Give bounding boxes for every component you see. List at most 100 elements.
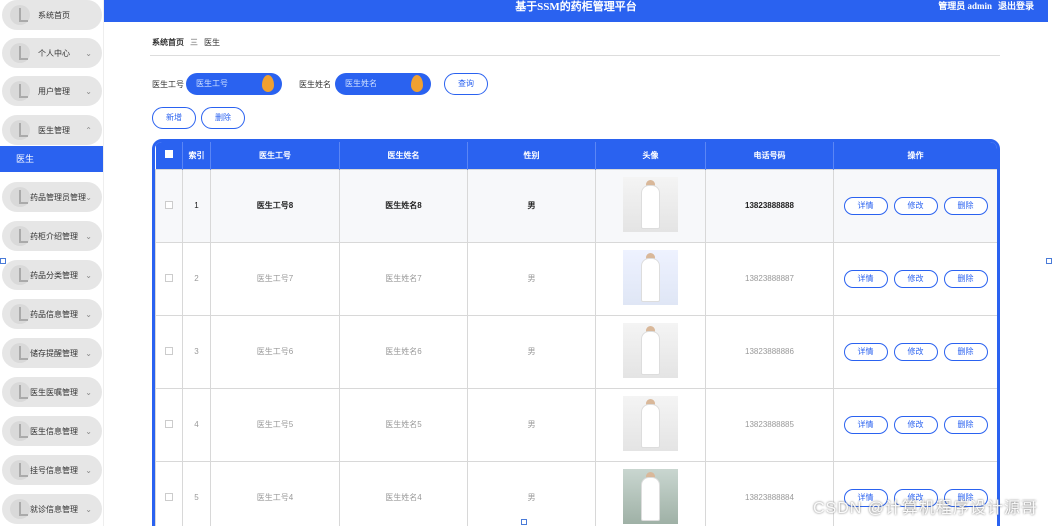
row-checkbox[interactable] bbox=[165, 346, 173, 355]
sidebar-item-label: 个人中心 bbox=[38, 48, 70, 58]
logout-link[interactable]: 退出登录 bbox=[998, 1, 1034, 11]
sidebar-item-doctors[interactable]: 医生管理 ⌃ bbox=[2, 115, 102, 145]
row-doctor-id: 医生工号7 bbox=[210, 241, 340, 316]
breadcrumb-home[interactable]: 系统首页 bbox=[152, 38, 184, 47]
column-header: 电话号码 bbox=[705, 142, 834, 169]
column-header: 医生工号 bbox=[210, 142, 340, 169]
sidebar-item-doctor-info[interactable]: 医生信息管理 ⌄ bbox=[2, 416, 102, 446]
detail-button[interactable]: 详情 bbox=[843, 342, 888, 361]
row-index: 4 bbox=[182, 387, 211, 462]
query-button[interactable]: 查询 bbox=[444, 73, 488, 95]
breadcrumb-separator: 三 bbox=[190, 38, 198, 47]
detail-button[interactable]: 详情 bbox=[843, 415, 888, 434]
chevron-down-icon: ⌄ bbox=[85, 270, 92, 280]
edit-button[interactable]: 修改 bbox=[893, 196, 938, 215]
menu-icon bbox=[10, 226, 30, 246]
menu-icon bbox=[10, 81, 30, 101]
delete-button[interactable]: 删除 bbox=[943, 196, 988, 215]
sidebar-item-label: 医生管理 bbox=[38, 125, 70, 135]
doctor-name-input[interactable]: 医生姓名 bbox=[335, 73, 431, 95]
row-checkbox[interactable] bbox=[165, 492, 173, 501]
batch-delete-button[interactable]: 删除 bbox=[201, 107, 245, 129]
menu-icon bbox=[10, 187, 30, 207]
doctor-id-input[interactable]: 医生工号 bbox=[186, 73, 282, 95]
chevron-up-icon: ⌃ bbox=[85, 125, 92, 135]
sidebar: 系统首页 个人中心 ⌄ 用户管理 ⌄ 医生管理 ⌃ 医生 药品管理员管理 ⌄ 药… bbox=[0, 0, 104, 526]
chevron-down-icon: ⌄ bbox=[85, 309, 92, 319]
table-header-row: 索引 医生工号 医生姓名 性别 头像 电话号码 操作 bbox=[155, 142, 997, 169]
edit-button[interactable]: 修改 bbox=[893, 415, 938, 434]
chevron-down-icon: ⌄ bbox=[85, 231, 92, 241]
table-row: 2 医生工号7 医生姓名7 男 13823888887 详情 修改 删除 bbox=[155, 241, 997, 316]
doctor-id-label: 医生工号 bbox=[152, 80, 184, 89]
sidebar-item-profile[interactable]: 个人中心 ⌄ bbox=[2, 38, 102, 68]
edit-button[interactable]: 修改 bbox=[893, 269, 938, 288]
menu-icon bbox=[10, 343, 30, 363]
row-index: 1 bbox=[182, 168, 211, 243]
row-gender: 男 bbox=[467, 387, 596, 462]
sidebar-item-home[interactable]: 系统首页 bbox=[2, 0, 102, 30]
breadcrumb: 系统首页三医生 bbox=[152, 37, 220, 48]
row-doctor-id: 医生工号5 bbox=[210, 387, 340, 462]
sidebar-item-registration[interactable]: 挂号信息管理 ⌄ bbox=[2, 455, 102, 485]
menu-icon bbox=[10, 499, 30, 519]
sidebar-item-drug-info[interactable]: 药品信息管理 ⌄ bbox=[2, 299, 102, 329]
column-header: 性别 bbox=[467, 142, 596, 169]
sidebar-item-storage-reminder[interactable]: 储存提醒管理 ⌄ bbox=[2, 338, 102, 368]
app-title: 基于SSM的药柜管理平台 bbox=[515, 1, 637, 13]
sidebar-item-label: 医生医嘱管理 bbox=[30, 387, 78, 397]
detail-button[interactable]: 详情 bbox=[843, 196, 888, 215]
sidebar-item-drug-category[interactable]: 药品分类管理 ⌄ bbox=[2, 260, 102, 290]
add-button[interactable]: 新增 bbox=[152, 107, 196, 129]
doctor-id-placeholder: 医生工号 bbox=[196, 79, 228, 88]
sidebar-item-label: 储存提醒管理 bbox=[30, 348, 78, 358]
doctor-avatar bbox=[623, 323, 678, 378]
sidebar-item-visits[interactable]: 就诊信息管理 ⌄ bbox=[2, 494, 102, 524]
menu-icon bbox=[10, 460, 30, 480]
delete-button[interactable]: 删除 bbox=[943, 415, 988, 434]
row-doctor-name: 医生姓名7 bbox=[339, 241, 468, 316]
column-header: 医生姓名 bbox=[339, 142, 468, 169]
select-all-checkbox[interactable] bbox=[164, 150, 173, 159]
doctor-avatar bbox=[623, 396, 678, 451]
delete-button[interactable]: 删除 bbox=[943, 342, 988, 361]
doctor-table: 索引 医生工号 医生姓名 性别 头像 电话号码 操作 1 医生工号8 医生姓名8… bbox=[152, 139, 1000, 526]
sidebar-item-users[interactable]: 用户管理 ⌄ bbox=[2, 76, 102, 106]
row-checkbox[interactable] bbox=[165, 273, 173, 282]
row-checkbox[interactable] bbox=[165, 200, 173, 209]
column-header: 索引 bbox=[182, 142, 211, 169]
sidebar-item-label: 医生信息管理 bbox=[30, 426, 78, 436]
sidebar-item-cabinet-intro[interactable]: 药柜介绍管理 ⌄ bbox=[2, 221, 102, 251]
sidebar-subitem-doctor[interactable]: 医生 bbox=[0, 146, 103, 172]
delete-button[interactable]: 删除 bbox=[943, 269, 988, 288]
row-phone: 13823888888 bbox=[705, 168, 834, 243]
detail-button[interactable]: 详情 bbox=[843, 269, 888, 288]
sidebar-item-label: 就诊信息管理 bbox=[30, 504, 78, 514]
doctor-avatar bbox=[623, 469, 678, 524]
sidebar-item-label: 药品管理员管理 bbox=[30, 192, 86, 202]
breadcrumb-current: 医生 bbox=[204, 38, 220, 47]
row-doctor-name: 医生姓名8 bbox=[339, 168, 468, 243]
chevron-down-icon: ⌄ bbox=[85, 426, 92, 436]
row-index: 3 bbox=[182, 314, 211, 389]
table-row: 1 医生工号8 医生姓名8 男 13823888888 详情 修改 删除 bbox=[155, 168, 997, 243]
edit-button[interactable]: 修改 bbox=[893, 342, 938, 361]
row-gender: 男 bbox=[467, 314, 596, 389]
menu-icon bbox=[10, 304, 30, 324]
sidebar-item-label: 药品信息管理 bbox=[30, 309, 78, 319]
column-header: 操作 bbox=[833, 142, 997, 169]
row-gender: 男 bbox=[467, 241, 596, 316]
sidebar-item-drug-admins[interactable]: 药品管理员管理 ⌄ bbox=[2, 182, 102, 212]
chevron-down-icon: ⌄ bbox=[85, 504, 92, 514]
resize-handle bbox=[1046, 258, 1052, 264]
chevron-down-icon: ⌄ bbox=[85, 348, 92, 358]
row-doctor-id: 医生工号8 bbox=[210, 168, 340, 243]
chevron-down-icon: ⌄ bbox=[85, 387, 92, 397]
row-checkbox[interactable] bbox=[165, 419, 173, 428]
sidebar-item-label: 用户管理 bbox=[38, 86, 70, 96]
sidebar-item-doctor-orders[interactable]: 医生医嘱管理 ⌄ bbox=[2, 377, 102, 407]
decor-drop-icon bbox=[262, 75, 274, 92]
sidebar-item-label: 药品分类管理 bbox=[30, 270, 78, 280]
row-doctor-name: 医生姓名5 bbox=[339, 387, 468, 462]
select-all-header[interactable] bbox=[155, 142, 183, 169]
